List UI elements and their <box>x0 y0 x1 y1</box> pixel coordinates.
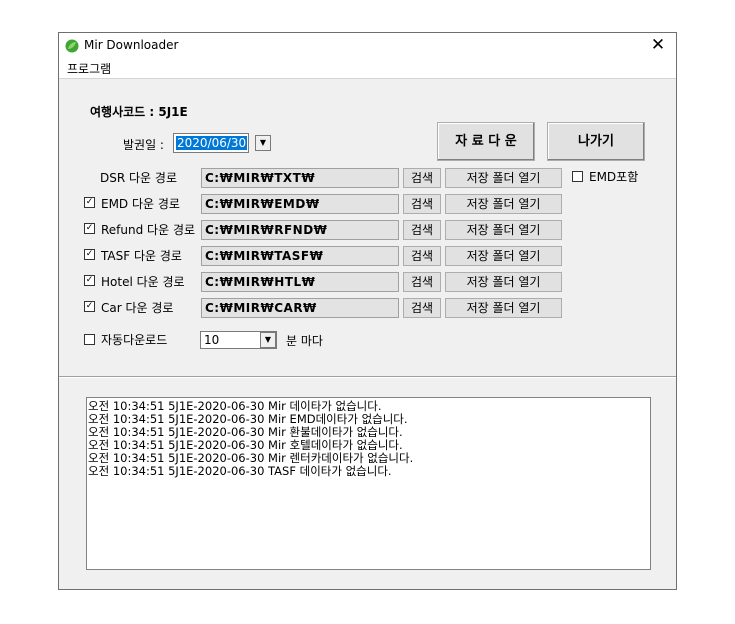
path-field[interactable]: C:₩MIR₩HTL₩ <box>201 272 399 292</box>
log-line: 오전 10:34:51 5J1E-2020-06-30 TASF 데이타가 없습… <box>88 464 392 478</box>
search-button[interactable]: 검색 <box>403 272 441 292</box>
row-checkbox[interactable]: ✓ <box>84 197 95 208</box>
close-icon[interactable]: ✕ <box>640 33 676 58</box>
search-button[interactable]: 검색 <box>403 298 441 318</box>
row-label: Car 다운 경로 <box>101 301 174 315</box>
issue-date-value: 2020/06/30 <box>176 136 248 150</box>
path-field[interactable]: C:₩MIR₩EMD₩ <box>201 194 399 214</box>
row-checkbox[interactable]: ✓ <box>84 301 95 312</box>
open-folder-button[interactable]: 저장 폴더 열기 <box>445 220 562 240</box>
emd-include-checkbox[interactable] <box>572 171 583 182</box>
search-button[interactable]: 검색 <box>403 194 441 214</box>
interval-value: 10 <box>204 333 220 347</box>
agency-code-label: 여행사코드 : 5J1E <box>90 105 188 119</box>
row-label: EMD 다운 경로 <box>101 197 180 211</box>
menu-bar: 프로그램 <box>59 58 676 79</box>
auto-download-label: 자동다운로드 <box>101 333 168 347</box>
row-label: Hotel 다운 경로 <box>101 275 185 289</box>
auto-download-checkbox[interactable] <box>84 334 95 345</box>
row-checkbox[interactable]: ✓ <box>84 249 95 260</box>
row-label: DSR 다운 경로 <box>100 171 177 185</box>
search-button[interactable]: 검색 <box>403 246 441 266</box>
row-label: Refund 다운 경로 <box>101 223 196 237</box>
open-folder-button[interactable]: 저장 폴더 열기 <box>445 246 562 266</box>
exit-button[interactable]: 나가기 <box>547 122 645 161</box>
log-box[interactable]: 오전 10:34:51 5J1E-2020-06-30 Mir 데이타가 없습니… <box>86 397 651 570</box>
open-folder-button[interactable]: 저장 폴더 열기 <box>445 298 562 318</box>
search-button[interactable]: 검색 <box>403 168 441 188</box>
row-checkbox[interactable]: ✓ <box>84 223 95 234</box>
main-window: Mir Downloader ✕ 프로그램 여행사코드 : 5J1E 발권일 :… <box>58 32 677 590</box>
open-folder-button[interactable]: 저장 폴더 열기 <box>445 168 562 188</box>
open-folder-button[interactable]: 저장 폴더 열기 <box>445 194 562 214</box>
issue-date-label: 발권일 : <box>123 138 164 152</box>
path-field[interactable]: C:₩MIR₩CAR₩ <box>201 298 399 318</box>
title-bar[interactable]: Mir Downloader ✕ <box>59 33 676 58</box>
download-button[interactable]: 자 료 다 운 <box>437 122 535 161</box>
menu-item-program[interactable]: 프로그램 <box>67 60 111 77</box>
leaf-icon <box>65 39 79 53</box>
path-field[interactable]: C:₩MIR₩TASF₩ <box>201 246 399 266</box>
open-folder-button[interactable]: 저장 폴더 열기 <box>445 272 562 292</box>
interval-unit-label: 분 마다 <box>286 334 323 348</box>
window-title: Mir Downloader <box>84 38 179 52</box>
row-checkbox[interactable]: ✓ <box>84 275 95 286</box>
search-button[interactable]: 검색 <box>403 220 441 240</box>
interval-dropdown-icon[interactable]: ▼ <box>260 332 276 348</box>
divider <box>59 376 676 378</box>
path-field[interactable]: C:₩MIR₩RFND₩ <box>201 220 399 240</box>
issue-date-field[interactable]: 2020/06/30 <box>173 133 249 153</box>
path-field[interactable]: C:₩MIR₩TXT₩ <box>201 168 399 188</box>
emd-include-label: EMD포함 <box>589 170 639 184</box>
row-label: TASF 다운 경로 <box>101 249 182 263</box>
chevron-down-icon[interactable]: ▼ <box>255 135 271 151</box>
